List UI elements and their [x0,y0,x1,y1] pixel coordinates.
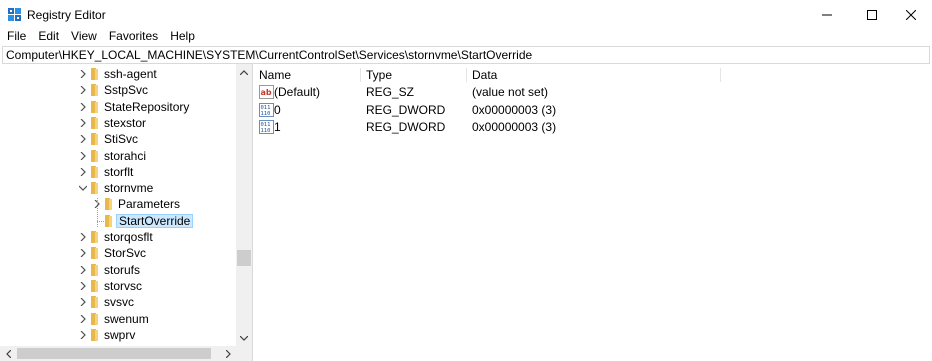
value-data: 0x00000003 (3) [472,102,557,117]
value-row[interactable]: 011 110 1 REG_DWORD 0x00000003 (3) [254,119,932,136]
maximize-icon [867,10,877,20]
values-list: Name Type Data ab (Default) REG_SZ (value n… [254,64,932,361]
value-type: REG_DWORD [366,102,446,117]
tree-item[interactable]: storvsc [0,278,236,294]
scroll-left-icon[interactable] [0,346,16,361]
menu-favorites[interactable]: Favorites [103,30,164,45]
tree-item-label: storahci [104,148,147,163]
dword-value-icon: 011110 [259,102,274,117]
scroll-down-icon[interactable] [236,330,252,346]
tree-item[interactable]: storqosflt [0,229,236,245]
tree-horizontal-scrollbar[interactable] [0,346,236,361]
chevron-right-icon[interactable] [78,82,88,98]
value-row[interactable]: 011 110 0 REG_DWORD 0x00000003 (3) [254,102,932,119]
address-bar[interactable]: Computer\HKEY_LOCAL_MACHINE\SYSTEM\Curre… [2,46,930,64]
chevron-right-icon[interactable] [78,278,88,294]
dword-value-icon: 011110 [259,120,274,134]
value-type: REG_SZ [366,85,415,99]
chevron-right-icon[interactable] [78,131,88,147]
tree-item[interactable]: swprv [0,327,236,343]
tree-item-label: svsvc [104,295,134,310]
chevron-right-icon[interactable] [78,294,88,310]
menu-edit[interactable]: Edit [32,30,65,45]
menu-view[interactable]: View [65,30,103,45]
tree-item-label: ssh-agent [104,67,157,81]
chevron-right-icon[interactable] [78,66,88,82]
column-header-name[interactable]: Name [254,68,361,82]
chevron-right-icon[interactable] [78,229,88,245]
tree-item[interactable]: stornvme [0,180,236,196]
tree-item[interactable]: StartOverride [0,213,236,229]
column-header-data[interactable]: Data [467,68,721,82]
registry-editor-icon [8,8,21,21]
tree-item-label: storqosflt [104,230,153,244]
value-name: (Default) [274,85,321,99]
tree-item-label: storvsc [104,278,143,293]
chevron-right-icon[interactable] [78,311,88,327]
value-name: 1 [274,120,281,134]
tree-item[interactable]: storahci [0,148,236,164]
tree-item-label: StartOverride [116,213,194,228]
horizontal-scroll-thumb[interactable] [17,348,211,359]
tree-item-label: StorSvc [104,246,147,261]
tree-item[interactable]: StorSvc [0,245,236,261]
window-title: Registry Editor [27,8,106,22]
chevron-right-icon[interactable] [78,99,88,115]
value-data: 0x00000003 (3) [472,120,557,134]
chevron-right-icon[interactable] [78,262,88,278]
tree-item[interactable]: StateRepository [0,99,236,115]
tree-connector-line [97,220,104,222]
chevron-down-icon[interactable] [78,180,88,196]
tree-item[interactable]: StiSvc [0,131,236,147]
value-name: 0 [274,102,281,117]
tree-connector-line [97,198,98,227]
column-header-type[interactable]: Type [361,68,467,82]
svg-text:ab: ab [261,88,272,97]
value-type: REG_DWORD [366,120,446,134]
chevron-right-icon[interactable] [78,115,88,131]
svg-text:110: 110 [261,128,271,134]
close-icon [906,10,916,20]
tree-item-label: swprv [104,327,136,342]
tree-item[interactable]: stexstor [0,115,236,131]
chevron-right-icon[interactable] [78,164,88,180]
tree-item[interactable]: svsvc [0,294,236,310]
tree-item[interactable]: storufs [0,262,236,278]
tree-vertical-scrollbar[interactable] [236,64,252,346]
tree-item-label: swenum [104,311,149,326]
tree-item-label: storflt [104,164,134,179]
tree-item-label: StiSvc [104,132,139,147]
chevron-right-icon[interactable] [78,245,88,261]
scroll-up-icon[interactable] [236,64,252,80]
title-bar: Registry Editor [0,0,932,30]
scrollbar-corner [236,346,252,361]
minimize-icon [822,14,832,16]
value-data: (value not set) [472,85,549,99]
tree-item-label: SstpSvc [104,83,149,98]
tree-item-label: storufs [104,262,141,277]
tree-item[interactable]: swenum [0,311,236,327]
minimize-button[interactable] [804,0,850,30]
chevron-right-icon[interactable] [78,327,88,343]
tree-item-label: StateRepository [104,99,190,114]
tree-item-label: stexstor [104,115,147,130]
tree-item-label: Parameters [118,197,181,212]
string-value-icon: ab [259,85,274,99]
menu-help[interactable]: Help [164,30,201,45]
vertical-scroll-thumb[interactable] [237,250,251,266]
menu-bar: File Edit View Favorites Help [0,30,932,45]
close-button[interactable] [888,0,932,30]
value-row[interactable]: ab (Default) REG_SZ (value not set) [254,84,932,101]
menu-file[interactable]: File [0,30,32,45]
tree-item[interactable]: storflt [0,164,236,180]
tree-item[interactable]: Parameters [0,196,236,212]
chevron-right-icon[interactable] [78,148,88,164]
svg-text:110: 110 [261,111,271,117]
registry-tree: ssh-agent SstpSvc StateRepository stexstor S… [0,64,253,361]
scroll-right-icon[interactable] [220,346,236,361]
tree-item-label: stornvme [104,181,154,196]
list-header: Name Type Data [254,64,932,84]
tree-item[interactable]: ssh-agent [0,66,236,82]
tree-item[interactable]: SstpSvc [0,82,236,98]
